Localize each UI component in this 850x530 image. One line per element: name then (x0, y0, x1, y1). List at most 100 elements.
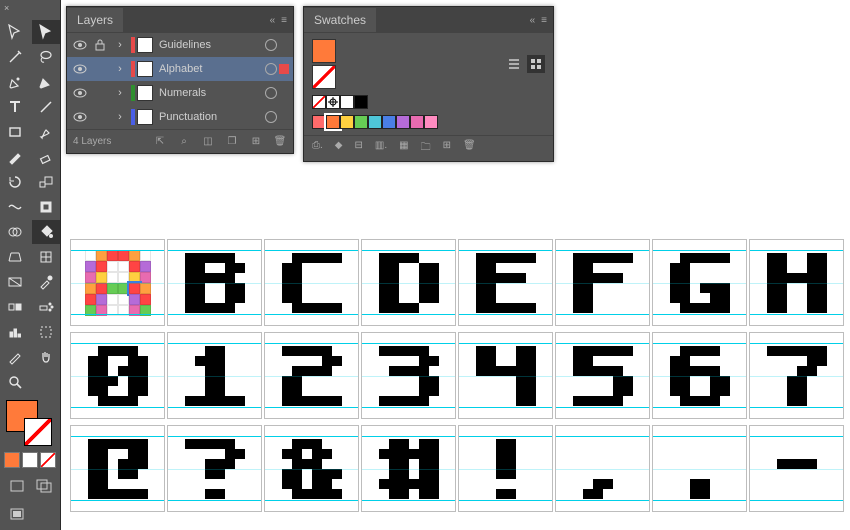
active-fill-swatch[interactable] (312, 39, 336, 63)
delete-swatch-icon[interactable]: 🗑 (463, 140, 476, 157)
mini-swatch-1[interactable] (4, 452, 20, 468)
swatch[interactable] (340, 95, 354, 109)
shaper-tool[interactable] (1, 145, 29, 169)
shape-builder-tool[interactable] (1, 220, 29, 244)
layer-row-guidelines[interactable]: › Guidelines (67, 33, 293, 57)
new-sublayer-icon[interactable]: ❐ (225, 136, 239, 147)
selection-tool[interactable] (1, 20, 29, 44)
target-icon[interactable] (265, 39, 277, 51)
glyph-cell-dash[interactable] (749, 425, 844, 512)
glyph-cell-C[interactable] (264, 239, 359, 326)
artboard-tool[interactable] (32, 320, 60, 344)
glyph-cell-question[interactable] (167, 425, 262, 512)
layer-row-punctuation[interactable]: › Punctuation (67, 105, 293, 129)
panel-menu-icon[interactable]: ≡ (541, 15, 547, 26)
screen-mode-icon[interactable] (4, 504, 30, 524)
curvature-tool[interactable] (32, 70, 60, 94)
hand-tool[interactable] (32, 345, 60, 369)
swatch-options-icon[interactable]: ⊟ (354, 140, 362, 157)
glyph-cell-1[interactable] (167, 332, 262, 419)
glyph-cell-2[interactable] (264, 332, 359, 419)
mini-swatch-3[interactable] (40, 452, 56, 468)
glyph-cell-exclaim[interactable] (458, 425, 553, 512)
folder-icon[interactable]: ▦ (399, 140, 408, 157)
swatch[interactable] (424, 115, 438, 129)
expand-icon[interactable]: › (111, 84, 129, 102)
pen-tool[interactable] (1, 70, 29, 94)
glyph-cell-H[interactable] (749, 239, 844, 326)
swatch[interactable] (396, 115, 410, 129)
width-tool[interactable] (1, 195, 29, 219)
locate-object-icon[interactable]: ⇱ (153, 136, 167, 147)
glyph-cell-at[interactable] (70, 425, 165, 512)
new-swatch-icon[interactable]: ⊞ (443, 140, 451, 157)
scale-tool[interactable] (32, 170, 60, 194)
expand-icon[interactable]: › (111, 108, 129, 126)
lock-toggle-icon[interactable] (91, 84, 109, 102)
rotate-tool[interactable] (1, 170, 29, 194)
panel-collapse-icon[interactable]: « (530, 15, 536, 26)
draw-behind-icon[interactable] (31, 476, 56, 496)
swatch[interactable] (410, 115, 424, 129)
paintbrush-tool[interactable] (32, 120, 60, 144)
swatch[interactable] (368, 115, 382, 129)
eraser-tool[interactable] (32, 145, 60, 169)
free-transform-tool[interactable] (32, 195, 60, 219)
type-tool[interactable] (1, 95, 29, 119)
direct-selection-tool[interactable] (32, 20, 60, 44)
visibility-toggle-icon[interactable] (71, 60, 89, 78)
swatch[interactable] (340, 115, 354, 129)
column-graph-tool[interactable] (1, 320, 29, 344)
layer-name[interactable]: Punctuation (155, 111, 263, 123)
search-icon[interactable]: ⌕ (177, 136, 191, 147)
swatch[interactable] (382, 115, 396, 129)
gradient-tool[interactable] (1, 270, 29, 294)
glyph-cell-hash[interactable] (361, 425, 456, 512)
new-layer-icon[interactable]: ⊞ (249, 136, 263, 147)
eyedropper-tool[interactable] (32, 270, 60, 294)
glyph-cell-6[interactable] (652, 332, 747, 419)
expand-icon[interactable]: › (111, 36, 129, 54)
lock-toggle-icon[interactable] (91, 108, 109, 126)
swatch[interactable] (354, 115, 368, 129)
layer-name[interactable]: Alphabet (155, 63, 263, 75)
zoom-tool[interactable] (1, 370, 29, 394)
make-clipping-mask-icon[interactable]: ◫ (201, 136, 215, 147)
glyph-cell-period[interactable] (652, 425, 747, 512)
lock-toggle-icon[interactable] (91, 60, 109, 78)
glyph-cell-F[interactable] (555, 239, 650, 326)
glyph-cell-0[interactable] (70, 332, 165, 419)
lasso-tool[interactable] (32, 45, 60, 69)
tab-layers[interactable]: Layers (67, 8, 123, 32)
swatch-registration[interactable] (326, 95, 340, 109)
swatch-none[interactable] (312, 95, 326, 109)
panel-close-icon[interactable]: × (71, 0, 76, 3)
visibility-toggle-icon[interactable] (71, 36, 89, 54)
glyph-cell-B[interactable] (167, 239, 262, 326)
swatch[interactable] (354, 95, 368, 109)
active-stroke-swatch[interactable] (312, 65, 336, 89)
new-color-group-icon[interactable]: ▥. (375, 140, 387, 157)
fill-stroke-indicator[interactable] (0, 396, 60, 452)
glyph-cell-5[interactable] (555, 332, 650, 419)
glyph-cell-A[interactable] (70, 239, 165, 326)
grid-view-icon[interactable] (527, 55, 545, 73)
live-paint-bucket-tool[interactable] (32, 220, 60, 244)
line-segment-tool[interactable] (32, 95, 60, 119)
mini-swatch-2[interactable] (22, 452, 38, 468)
glyph-cell-ampersand[interactable] (264, 425, 359, 512)
visibility-toggle-icon[interactable] (71, 108, 89, 126)
swatch-selected[interactable] (326, 115, 340, 129)
perspective-grid-tool[interactable] (1, 245, 29, 269)
panel-collapse-icon[interactable]: « (270, 15, 276, 26)
target-icon[interactable] (265, 87, 277, 99)
glyph-cell-G[interactable] (652, 239, 747, 326)
glyph-cell-4[interactable] (458, 332, 553, 419)
new-folder-icon[interactable]: 🗀 (421, 140, 431, 157)
mesh-tool[interactable] (32, 245, 60, 269)
glyph-cell-3[interactable] (361, 332, 456, 419)
layer-row-numerals[interactable]: › Numerals (67, 81, 293, 105)
symbol-sprayer-tool[interactable] (32, 295, 60, 319)
lock-toggle-icon[interactable] (91, 36, 109, 54)
tab-swatches[interactable]: Swatches (304, 8, 376, 32)
